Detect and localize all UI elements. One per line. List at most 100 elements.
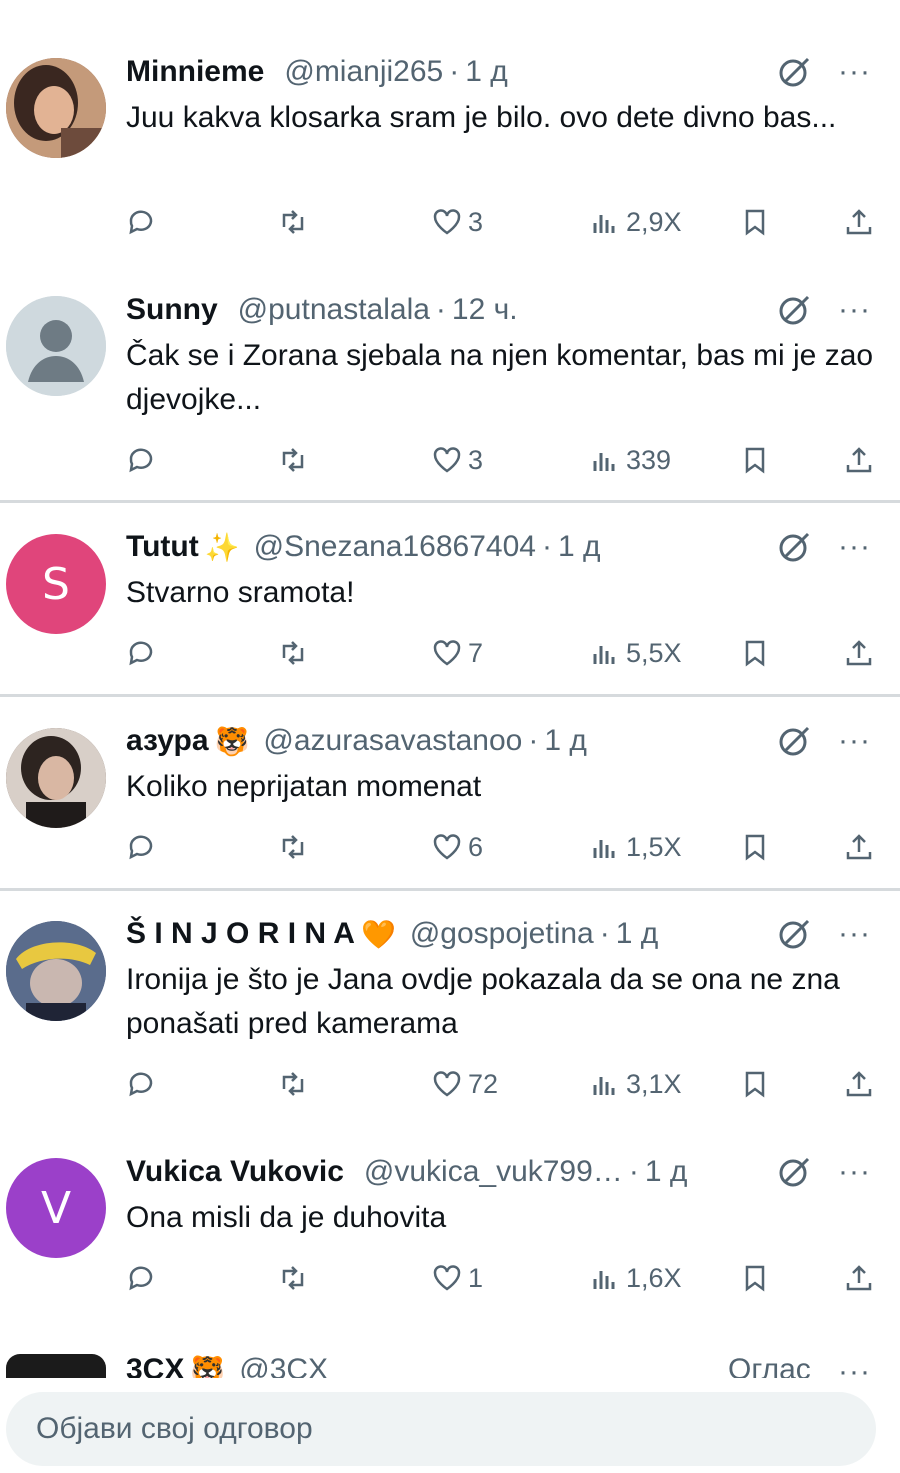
timestamp[interactable]: 1 д: [544, 724, 587, 758]
reply-text: Ona misli da je duhovita: [126, 1201, 447, 1234]
more-options-icon[interactable]: ···: [838, 1157, 878, 1187]
reply-button[interactable]: [126, 827, 162, 867]
like-button[interactable]: 3: [432, 202, 483, 242]
avatar[interactable]: [6, 921, 106, 1021]
like-count: 1: [468, 1262, 484, 1293]
more-options-icon[interactable]: ···: [838, 1357, 878, 1379]
reply-text: Stvarno sramota!: [126, 576, 355, 609]
share-button[interactable]: [844, 1258, 874, 1298]
share-button[interactable]: [844, 202, 874, 242]
repost-button[interactable]: [278, 633, 314, 673]
heart-icon: [433, 834, 461, 860]
views-button[interactable]: 3,1Х: [590, 1064, 682, 1104]
timestamp[interactable]: 12 ч.: [452, 293, 518, 327]
like-button[interactable]: 7: [432, 633, 483, 673]
author-name[interactable]: Š I N J O R I N A: [126, 917, 355, 951]
like-button[interactable]: 72: [432, 1064, 498, 1104]
author-handle[interactable]: @mianji265: [284, 55, 443, 89]
avatar[interactable]: [6, 1354, 106, 1378]
repost-button[interactable]: [278, 440, 314, 480]
reply-input[interactable]: [36, 1412, 876, 1446]
author-handle[interactable]: @3CX: [239, 1353, 328, 1378]
author-handle[interactable]: @azurasavastanoo: [263, 724, 522, 758]
views-button[interactable]: 1,6Х: [590, 1258, 682, 1298]
share-button[interactable]: [844, 1064, 874, 1104]
author-name[interactable]: 3CX: [126, 1353, 184, 1378]
timestamp[interactable]: 1 д: [645, 1155, 688, 1189]
views-icon: [593, 1271, 615, 1289]
views-button[interactable]: 5,5Х: [590, 633, 682, 673]
avatar-letter: S: [42, 558, 70, 610]
partial-reply-item[interactable]: 3CX 🐯 @3CX Оглас ···: [0, 1350, 900, 1378]
action-bar: 3 339: [126, 440, 886, 480]
reply-button[interactable]: [126, 202, 162, 242]
more-options-icon[interactable]: ···: [838, 532, 878, 562]
share-icon: [846, 209, 872, 235]
reply-button[interactable]: [126, 1064, 162, 1104]
more-options-icon[interactable]: ···: [838, 919, 878, 949]
grok-icon[interactable]: [776, 916, 812, 952]
views-icon: [593, 1077, 615, 1095]
author-name[interactable]: Sunny: [126, 293, 218, 327]
repost-button[interactable]: [278, 1258, 314, 1298]
heart-icon: [433, 640, 461, 666]
author-name[interactable]: азура: [126, 724, 209, 758]
author-handle[interactable]: @Snezana16867404: [254, 530, 536, 564]
avatar[interactable]: V: [6, 1158, 106, 1258]
grok-icon[interactable]: [776, 1154, 812, 1190]
repost-icon: [282, 1072, 304, 1096]
repost-button[interactable]: [278, 1064, 314, 1104]
bookmark-button[interactable]: [740, 633, 770, 673]
repost-icon: [282, 835, 304, 859]
repost-button[interactable]: [278, 202, 314, 242]
author-name[interactable]: Tutut: [126, 530, 199, 564]
share-button[interactable]: [844, 633, 874, 673]
avatar[interactable]: [6, 728, 106, 828]
like-count: 72: [468, 1068, 499, 1099]
share-icon: [846, 1265, 872, 1291]
bookmark-button[interactable]: [740, 202, 770, 242]
like-button[interactable]: 1: [432, 1258, 483, 1298]
repost-button[interactable]: [278, 827, 314, 867]
timestamp[interactable]: 1 д: [465, 55, 508, 89]
timestamp[interactable]: 1 д: [616, 917, 659, 951]
grok-icon[interactable]: [776, 529, 812, 565]
more-options-icon[interactable]: ···: [838, 57, 878, 87]
more-options-icon[interactable]: ···: [838, 726, 878, 756]
avatar[interactable]: [6, 296, 106, 396]
views-button[interactable]: 339: [590, 440, 671, 480]
bookmark-button[interactable]: [740, 1064, 770, 1104]
reply-composer[interactable]: [6, 1392, 876, 1466]
author-handle[interactable]: @putnastalala: [238, 293, 430, 327]
grok-icon[interactable]: [776, 54, 812, 90]
avatar[interactable]: [6, 58, 106, 158]
separator-dot: ·: [449, 55, 460, 88]
author-emoji: ✨: [204, 531, 240, 563]
reply-button[interactable]: [126, 633, 162, 673]
views-icon: [593, 215, 615, 233]
action-bar: 3 2,9Х: [126, 202, 886, 242]
reply-button[interactable]: [126, 440, 162, 480]
grok-icon[interactable]: [776, 292, 812, 328]
author-name[interactable]: Vukica Vukovic: [126, 1155, 344, 1189]
like-button[interactable]: 6: [432, 827, 483, 867]
avatar[interactable]: S: [6, 534, 106, 634]
views-button[interactable]: 2,9Х: [590, 202, 682, 242]
separator-dot: ·: [541, 530, 552, 563]
share-button[interactable]: [844, 440, 874, 480]
like-button[interactable]: 3: [432, 440, 483, 480]
author-handle[interactable]: @vukica_vuk799…: [364, 1155, 623, 1189]
timestamp[interactable]: 1 д: [558, 530, 601, 564]
views-button[interactable]: 1,5Х: [590, 827, 682, 867]
author-handle[interactable]: @gospojetina: [410, 917, 594, 951]
bookmark-button[interactable]: [740, 440, 770, 480]
author-name[interactable]: Minnieme: [126, 55, 264, 89]
grok-icon[interactable]: [776, 723, 812, 759]
bookmark-button[interactable]: [740, 1258, 770, 1298]
more-options-icon[interactable]: ···: [838, 295, 878, 325]
views-icon: [593, 453, 615, 471]
share-icon: [846, 447, 872, 473]
share-button[interactable]: [844, 827, 874, 867]
bookmark-button[interactable]: [740, 827, 770, 867]
reply-button[interactable]: [126, 1258, 162, 1298]
